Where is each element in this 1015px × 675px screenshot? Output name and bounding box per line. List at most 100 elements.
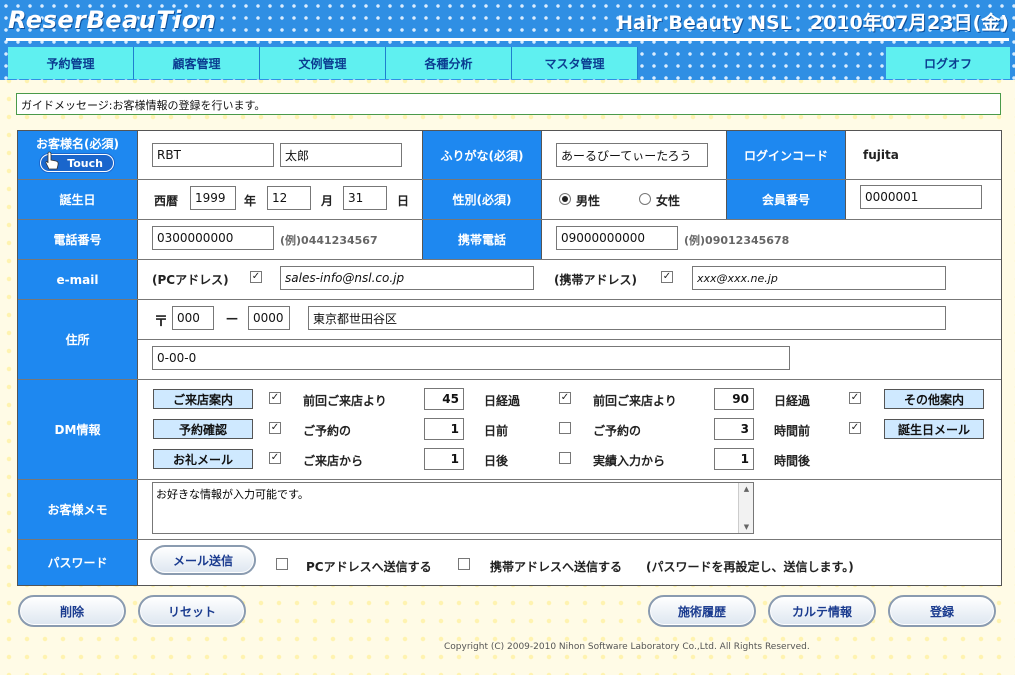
scroll-up-icon[interactable]: ▲: [739, 485, 754, 493]
year-unit: 年: [244, 194, 257, 208]
member-number-input[interactable]: [860, 185, 982, 209]
send-to-pc-label: PCアドレスへ送信する: [306, 560, 432, 574]
send-to-pc-checkbox[interactable]: [276, 558, 288, 570]
dm-row3-checkbox2[interactable]: [559, 452, 571, 464]
scroll-down-icon[interactable]: ▼: [739, 523, 754, 531]
last-name-input[interactable]: [152, 143, 274, 167]
dm-row2-text2: ご予約の: [593, 424, 642, 438]
zip-code-1-input[interactable]: [172, 306, 214, 330]
row-divider: [18, 479, 1001, 480]
phone-example: (例)0441234567: [280, 234, 378, 247]
guide-message: ガイドメッセージ:お客様情報の登録を行います。: [16, 93, 1001, 115]
postal-mark: 〒: [154, 314, 168, 330]
mobile-phone-label: 携帯電話: [422, 220, 542, 259]
copyright: Copyright (C) 2009-2010 Nihon Software L…: [444, 642, 810, 652]
pc-email-input[interactable]: [280, 266, 534, 290]
reset-button[interactable]: リセット: [138, 595, 246, 627]
birth-day-input[interactable]: [343, 186, 387, 210]
dm-row1-text1: 前回ご来店より: [303, 394, 387, 408]
birth-month-input[interactable]: [267, 186, 311, 210]
memo-textarea[interactable]: お好きな情報が入力可能です。: [152, 482, 754, 534]
row-divider: [18, 259, 1001, 260]
tab-analysis[interactable]: 各種分析: [386, 47, 512, 79]
tab-master[interactable]: マスタ管理: [512, 47, 638, 79]
row-divider: [18, 299, 1001, 300]
app-logo: ReserBeauTion: [8, 6, 217, 34]
header-divider: [6, 38, 1009, 41]
address-line-1-input[interactable]: [308, 306, 946, 330]
row-divider: [18, 539, 1001, 540]
dm-visit-guide-tag[interactable]: ご来店案内: [153, 389, 253, 409]
furigana-input[interactable]: [556, 143, 708, 167]
dm-row3-value1-input[interactable]: [424, 448, 464, 470]
memo-label: お客様メモ: [18, 480, 138, 539]
dm-row2-value2-input[interactable]: [714, 418, 754, 440]
mobile-example: (例)09012345678: [684, 234, 790, 247]
row-divider: [138, 339, 1001, 340]
zip-dash: —: [226, 311, 238, 325]
register-button[interactable]: 登録: [888, 595, 996, 627]
mobile-address-checkbox[interactable]: ✓: [661, 271, 673, 283]
tab-templates[interactable]: 文例管理: [260, 47, 386, 79]
mobile-phone-input[interactable]: [556, 226, 678, 250]
send-to-mobile-label: 携帯アドレスへ送信する: [490, 560, 623, 574]
dm-row3-value2-input[interactable]: [714, 448, 754, 470]
address-label: 住所: [18, 300, 138, 379]
first-name-input[interactable]: [280, 143, 402, 167]
day-unit: 日: [397, 194, 410, 208]
karte-info-button[interactable]: カルテ情報: [768, 595, 876, 627]
member-number-label: 会員番号: [726, 180, 846, 219]
dm-row3-text1: ご来店から: [303, 454, 364, 468]
dm-thanks-mail-checkbox[interactable]: ✓: [269, 452, 281, 464]
dm-row1-checkbox2[interactable]: ✓: [559, 392, 571, 404]
customer-name-label: お客様名(必須): [36, 137, 119, 151]
shop-name: Hair Beauty NSL: [617, 12, 792, 34]
dm-row3-unit1: 日後: [484, 454, 509, 468]
gender-male-label: 男性: [576, 194, 601, 208]
dm-birthday-mail-tag[interactable]: 誕生日メール: [884, 419, 984, 439]
delete-button[interactable]: 削除: [18, 595, 126, 627]
dm-reservation-confirm-tag[interactable]: 予約確認: [153, 419, 253, 439]
dm-other-guide-tag[interactable]: その他案内: [884, 389, 984, 409]
zip-code-2-input[interactable]: [248, 306, 290, 330]
dm-row1-unit2: 日経過: [774, 394, 811, 408]
email-label: e-mail: [18, 260, 138, 299]
password-label: パスワード: [18, 540, 138, 585]
mobile-email-input[interactable]: [692, 266, 946, 290]
dm-row3-text2: 実績入力から: [593, 454, 666, 468]
birth-year-input[interactable]: [190, 186, 236, 210]
pc-address-checkbox[interactable]: ✓: [250, 271, 262, 283]
dm-row2-unit2: 時間前: [774, 424, 811, 438]
dm-visit-guide-checkbox[interactable]: ✓: [269, 392, 281, 404]
dm-reservation-confirm-checkbox[interactable]: ✓: [269, 422, 281, 434]
era-label: 西暦: [154, 194, 179, 208]
gender-female-radio[interactable]: [639, 193, 651, 205]
hand-pointer-icon: [45, 151, 59, 170]
dm-row1-value1-input[interactable]: [424, 388, 464, 410]
address-line-2-input[interactable]: [152, 346, 790, 370]
login-code-label: ログインコード: [726, 131, 846, 179]
tab-reservation[interactable]: 予約管理: [8, 47, 134, 79]
dm-row2-checkbox2[interactable]: [559, 422, 571, 434]
tab-customer[interactable]: 顧客管理: [134, 47, 260, 79]
header-info: Hair Beauty NSL 2010年07月23日(金): [599, 8, 1009, 35]
dm-row1-unit1: 日経過: [484, 394, 521, 408]
dm-other-guide-checkbox[interactable]: ✓: [849, 392, 861, 404]
mobile-address-label: (携帯アドレス): [554, 273, 637, 287]
customer-form: お客様名(必須) Touch ふりがな(必須) ログインコード fujita 誕…: [17, 130, 1002, 586]
main-nav: 予約管理 顧客管理 文例管理 各種分析 マスタ管理: [8, 47, 638, 79]
send-to-mobile-checkbox[interactable]: [458, 558, 470, 570]
dm-row2-value1-input[interactable]: [424, 418, 464, 440]
gender-male-radio[interactable]: [559, 193, 571, 205]
row-divider: [18, 379, 1001, 380]
dm-thanks-mail-tag[interactable]: お礼メール: [153, 449, 253, 469]
phone-input[interactable]: [152, 226, 274, 250]
dm-row1-value2-input[interactable]: [714, 388, 754, 410]
logout-tab[interactable]: ログオフ: [886, 47, 1010, 79]
dm-row2-unit1: 日前: [484, 424, 509, 438]
memo-scrollbar[interactable]: ▲ ▼: [738, 483, 753, 533]
dm-birthday-mail-checkbox[interactable]: ✓: [849, 422, 861, 434]
treatment-history-button[interactable]: 施術履歴: [648, 595, 756, 627]
phone-label: 電話番号: [18, 220, 138, 259]
send-mail-button[interactable]: メール送信: [150, 545, 256, 575]
